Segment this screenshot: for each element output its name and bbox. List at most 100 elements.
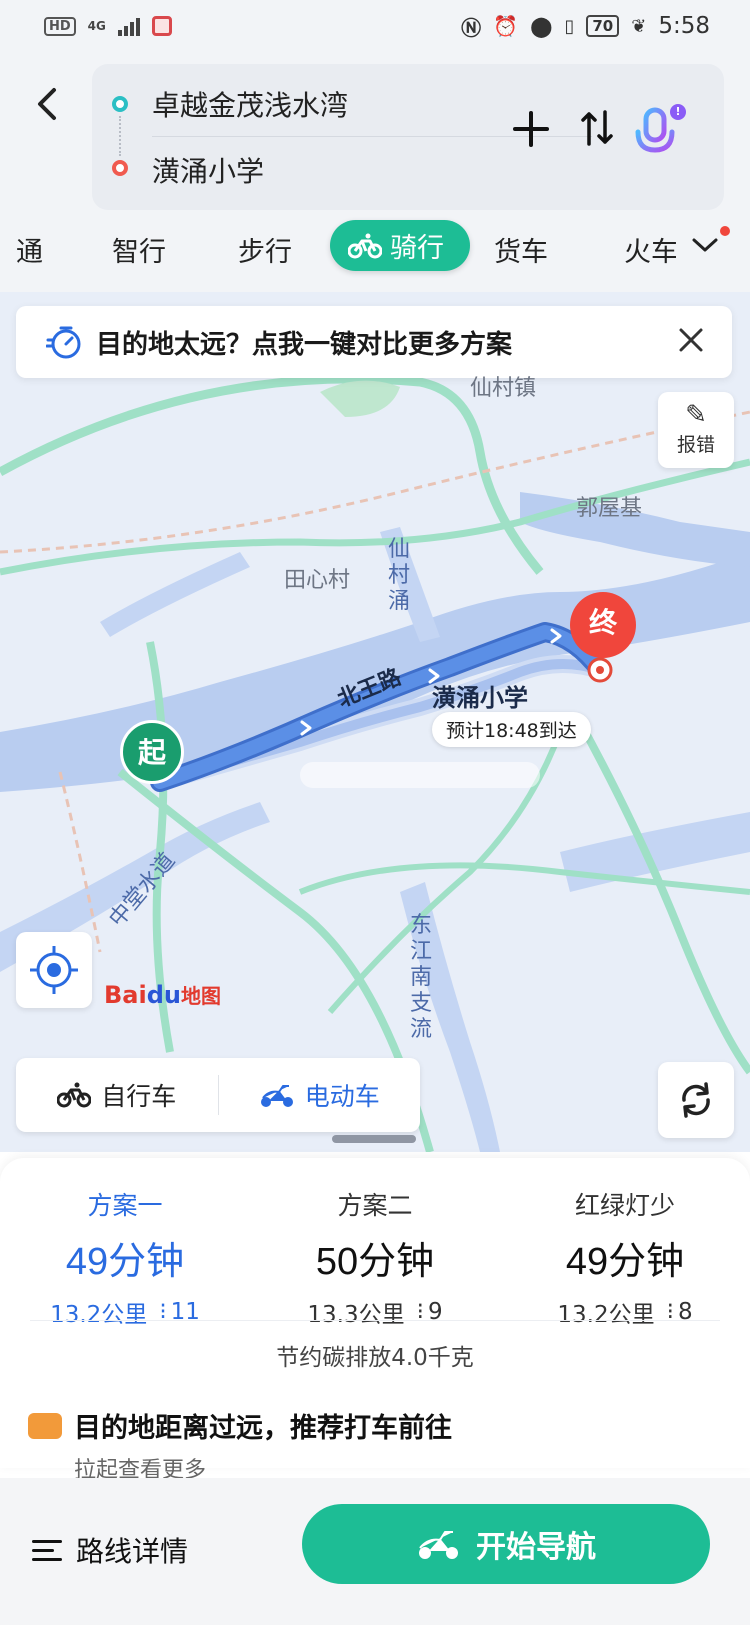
plan-name: 红绿灯少 — [574, 1191, 675, 1220]
plan-duration: 50分钟 — [315, 1241, 435, 1283]
notification-dot — [720, 226, 730, 236]
locate-me-button[interactable] — [16, 932, 92, 1008]
compare-plans-banner[interactable]: 目的地太远？点我一键对比更多方案 — [16, 306, 732, 378]
chevron-left-icon — [38, 88, 56, 120]
vibrate-icon: ▯ — [564, 15, 575, 37]
plan-meta: 13.2公里 ⁝ 11 — [0, 1295, 250, 1329]
leaf-icon: ❦ — [631, 15, 647, 37]
place-label-xiancunyong: 仙村涌 — [388, 536, 411, 613]
route-header: 卓越金茂浅水湾 潢涌小学 ! 通 智行 步行 骑行 货车 火车 — [0, 52, 750, 292]
end-location-field[interactable]: 潢涌小学 — [152, 150, 264, 190]
eta-label: 预计18:48到达 — [432, 712, 591, 747]
map-canvas — [0, 374, 750, 1152]
plan-option-1[interactable]: 方案一 49分钟 13.2公里 ⁝ 11 — [0, 1186, 250, 1328]
plan-option-2[interactable]: 方案二 50分钟 13.3公里 ⁝ 9 — [250, 1186, 500, 1328]
alarm-icon: ⏰ — [493, 14, 519, 38]
bicycle-option-label: 自行车 — [101, 1082, 177, 1111]
crosshair-icon — [30, 946, 78, 994]
start-navigation-label: 开始导航 — [476, 1530, 596, 1565]
plan-options: 方案一 49分钟 13.2公里 ⁝ 11 方案二 50分钟 13.3公里 ⁝ 9… — [0, 1186, 750, 1328]
tab-cycling[interactable]: 骑行 — [330, 220, 470, 271]
route-details-button[interactable]: 路线详情 — [32, 1530, 188, 1570]
more-modes-button[interactable] — [690, 232, 720, 262]
taxi-suggestion-title: 目的地距离过远，推荐打车前往 — [74, 1413, 452, 1444]
traffic-light-icon: ⁝ — [666, 1299, 674, 1325]
creek-north — [100, 552, 250, 637]
battery-icon: 70 — [586, 15, 620, 37]
park-area — [320, 380, 400, 417]
end-dot-icon — [112, 160, 128, 176]
report-error-button[interactable]: ✎ 报错 — [658, 392, 734, 468]
tab-train[interactable]: 火车 — [624, 230, 676, 269]
ebike-option-label: 电动车 — [304, 1082, 380, 1111]
baidu-map-logo: Baidu地图 — [104, 980, 221, 1009]
traffic-light-icon: ⁝ — [416, 1299, 424, 1325]
signal-icon — [117, 16, 140, 36]
place-label-xiancun: 仙村镇 — [470, 375, 537, 400]
status-bar: HD 4G Ⓝ ⏰ ⬤ ▯ 70 ❦ 5:58 — [0, 0, 750, 52]
tab-walk[interactable]: 步行 — [238, 230, 292, 269]
nfc-icon: Ⓝ — [461, 15, 482, 40]
destination-point-core — [596, 666, 604, 674]
status-left: HD 4G — [44, 16, 172, 36]
logo-map: 地图 — [180, 984, 221, 1008]
plan-meta: 13.3公里 ⁝ 9 — [250, 1295, 500, 1329]
plan-option-3[interactable]: 红绿灯少 49分钟 13.2公里 ⁝ 8 — [500, 1186, 750, 1328]
refresh-icon — [682, 1082, 710, 1118]
stopwatch-icon — [46, 326, 81, 359]
status-right: Ⓝ ⏰ ⬤ ▯ 70 ❦ 5:58 — [461, 12, 710, 41]
swap-icon — [581, 110, 613, 146]
bicycle-option[interactable]: 自行车 — [16, 1077, 218, 1113]
back-button[interactable] — [32, 80, 68, 128]
carbon-saving-text: 节约碳排放4.0千克 — [276, 1345, 474, 1371]
start-location-field[interactable]: 卓越金茂浅水湾 — [152, 84, 348, 124]
start-pin[interactable]: 起 — [120, 720, 184, 784]
logo-bai: Bai — [104, 981, 147, 1009]
bottom-action-bar: 路线详情 开始导航 — [0, 1478, 750, 1625]
sheet-divider — [30, 1320, 720, 1321]
route-card: 卓越金茂浅水湾 潢涌小学 ! — [92, 64, 724, 210]
plan-traffic-lights: 11 — [170, 1299, 200, 1325]
route-plans-sheet: 方案一 49分钟 13.2公里 ⁝ 11 方案二 50分钟 13.3公里 ⁝ 9… — [0, 1158, 750, 1483]
close-banner-button[interactable] — [678, 322, 704, 362]
tab-truck[interactable]: 货车 — [494, 230, 548, 269]
plus-icon — [513, 111, 549, 147]
start-dot-icon — [112, 96, 128, 112]
start-navigation-button[interactable]: 开始导航 — [302, 1504, 710, 1584]
refresh-route-button[interactable] — [658, 1062, 734, 1138]
clock: 5:58 — [658, 13, 710, 39]
route-connector — [119, 116, 121, 156]
route-details-label: 路线详情 — [76, 1535, 189, 1568]
taxi-suggestion[interactable]: 目的地距离过远，推荐打车前往 — [28, 1406, 452, 1445]
app-notification-icon — [151, 16, 172, 36]
swap-route-button[interactable] — [580, 108, 614, 158]
sheet-drag-handle[interactable] — [332, 1135, 416, 1143]
add-waypoint-button[interactable] — [512, 104, 550, 160]
tab-smart[interactable]: 智行 — [112, 230, 166, 269]
chevron-down-icon — [692, 238, 718, 252]
scooter-icon — [260, 1085, 293, 1107]
plan-traffic-lights: 8 — [677, 1299, 693, 1325]
expressway-east — [576, 720, 750, 1075]
bicycle-icon — [348, 233, 382, 258]
edit-icon: ✎ — [685, 400, 707, 430]
watermark — [300, 762, 540, 788]
scooter-icon — [419, 1531, 458, 1559]
plan-name: 方案二 — [337, 1191, 413, 1220]
end-pin[interactable]: 终 — [570, 592, 636, 658]
vehicle-type-switch: 自行车 电动车 — [16, 1058, 420, 1132]
tab-transit[interactable]: 通 — [16, 230, 43, 269]
map-view[interactable]: 目的地太远？点我一键对比更多方案 ✎ 报错 仙村镇 郭屋基 田心村 仙村涌 中堂… — [0, 292, 750, 1152]
plan-duration: 49分钟 — [565, 1241, 685, 1283]
plan-distance: 13.3公里 — [307, 1302, 405, 1328]
expressway-cross — [298, 862, 750, 895]
location-icon: ⬤ — [530, 14, 553, 38]
plan-distance: 13.2公里 — [50, 1302, 148, 1328]
ebike-option[interactable]: 电动车 — [219, 1077, 421, 1113]
plan-traffic-lights: 9 — [427, 1299, 443, 1325]
plan-duration: 49分钟 — [65, 1241, 185, 1283]
plan-name: 方案一 — [87, 1191, 163, 1220]
destination-map-label: 潢涌小学 — [432, 684, 528, 712]
close-icon — [679, 328, 703, 352]
compare-plans-text: 目的地太远？点我一键对比更多方案 — [96, 329, 513, 360]
